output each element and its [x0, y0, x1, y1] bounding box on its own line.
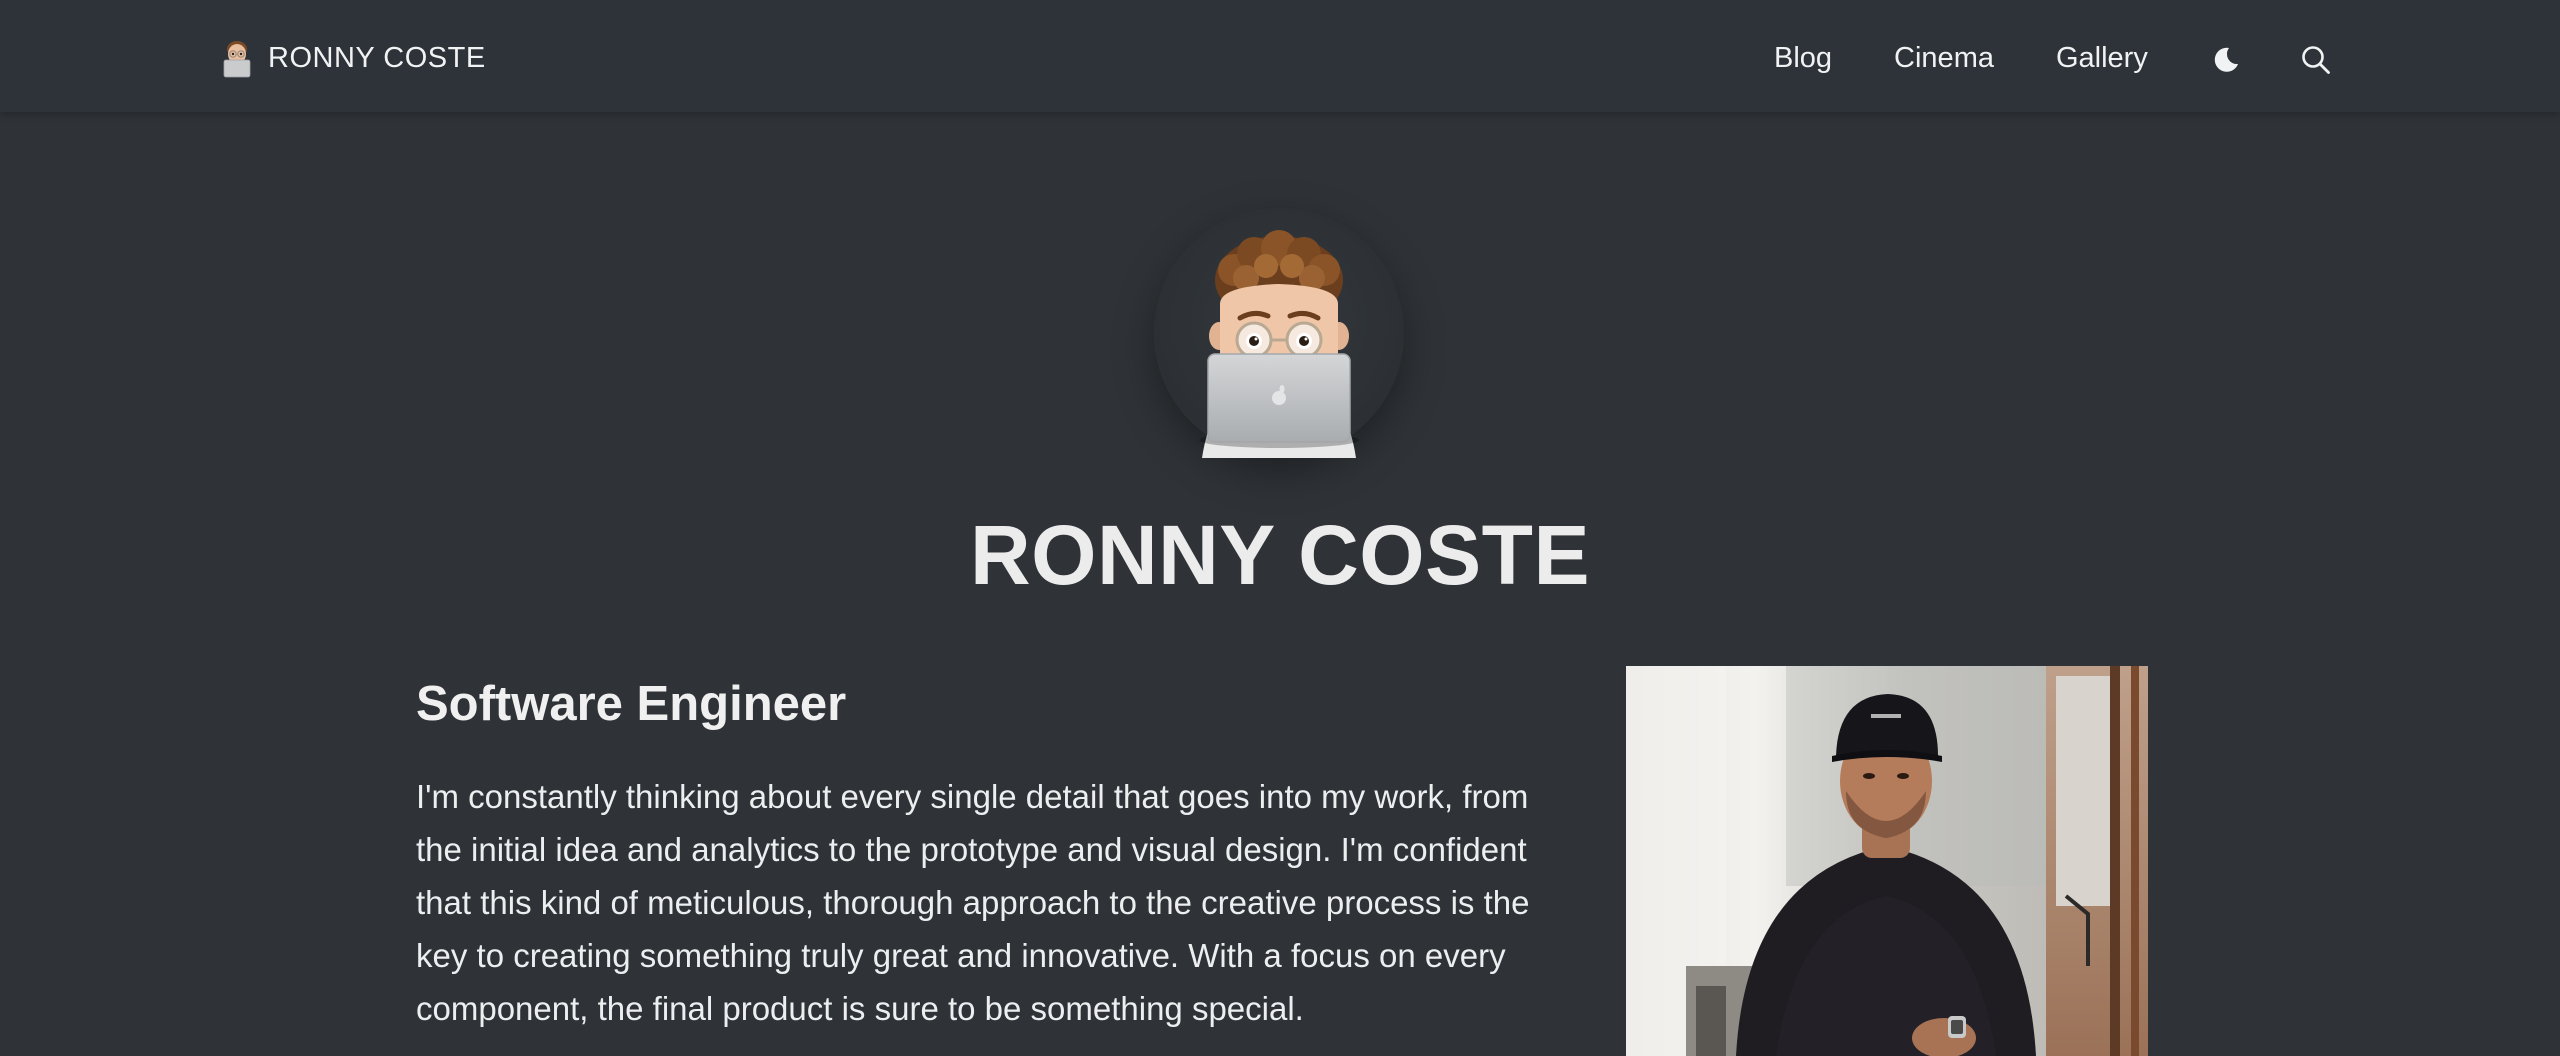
nav-link-cinema[interactable]: Cinema — [1894, 42, 1994, 75]
portrait-photo — [1626, 666, 2148, 1056]
hero-avatar — [1154, 208, 1404, 458]
top-navbar: RONNY COSTE Blog Cinema Gallery — [0, 0, 2560, 112]
nav-links: Blog Cinema Gallery — [1774, 38, 2148, 78]
moon-icon[interactable] — [2210, 44, 2242, 76]
search-icon[interactable] — [2300, 44, 2332, 76]
bio-paragraph: I'm constantly thinking about every sing… — [416, 778, 1530, 1027]
hero-title: RONNY COSTE — [969, 508, 1591, 602]
memoji-laptop-icon — [223, 41, 251, 78]
memoji-with-laptop — [1199, 230, 1359, 458]
profile-photo — [1626, 666, 2148, 1056]
role-heading: Software Engineer — [416, 677, 847, 731]
brand-link[interactable]: RONNY COSTE — [220, 38, 486, 78]
brand-name: RONNY COSTE — [268, 41, 486, 74]
nav-link-gallery[interactable]: Gallery — [2056, 42, 2148, 75]
nav-link-blog[interactable]: Blog — [1774, 42, 1832, 75]
